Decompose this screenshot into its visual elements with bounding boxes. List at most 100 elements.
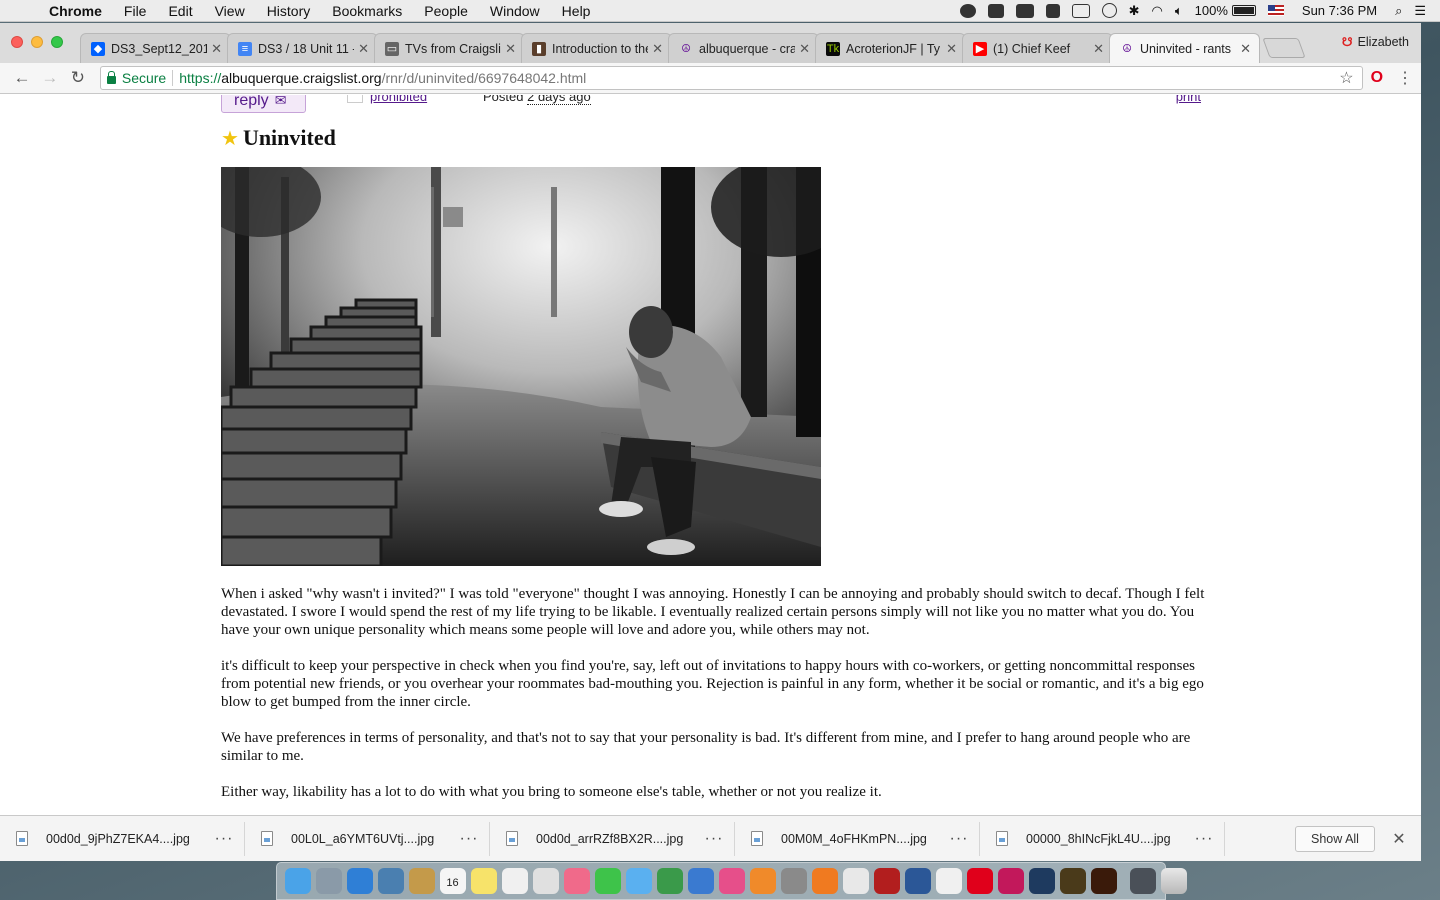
volume-icon[interactable]: 🔈︎ xyxy=(1169,3,1189,19)
dropbox-status-icon[interactable] xyxy=(982,3,1010,18)
creative-cloud-icon[interactable] xyxy=(954,3,982,18)
close-tab-icon[interactable]: ✕ xyxy=(1093,41,1104,57)
opera-icon[interactable] xyxy=(966,868,993,894)
close-tab-icon[interactable]: ✕ xyxy=(505,41,516,57)
download-item[interactable]: 00d0d_9jPhZ7EKA4....jpg ··· xyxy=(0,821,245,856)
back-arrow-icon[interactable]: ← xyxy=(8,68,36,88)
calendar-icon[interactable]: 16 xyxy=(439,868,466,894)
menu-window[interactable]: Window xyxy=(479,3,551,19)
browser-tab[interactable]: ≡ DS3 / 18 Unit 11 - ✕ xyxy=(227,33,378,63)
close-tab-icon[interactable]: ✕ xyxy=(652,41,663,57)
reply-button[interactable]: reply ✉ xyxy=(221,95,306,113)
drive-status-icon[interactable] xyxy=(1010,3,1040,18)
wifi-icon[interactable]: ◠ xyxy=(1146,3,1169,19)
time-machine-icon[interactable] xyxy=(1096,3,1123,18)
opera-extension-icon[interactable]: O xyxy=(1371,69,1383,87)
finder-icon[interactable] xyxy=(284,868,311,894)
more-options-icon[interactable]: ··· xyxy=(694,830,734,848)
battery-status[interactable]: 100% xyxy=(1189,3,1262,18)
acrobat-icon[interactable] xyxy=(873,868,900,894)
new-tab-button[interactable] xyxy=(1262,38,1306,58)
reminders-icon[interactable] xyxy=(501,868,528,894)
flag-checkbox[interactable] xyxy=(347,95,363,103)
input-source-flag-icon[interactable] xyxy=(1262,5,1290,16)
favorite-star-icon[interactable]: ★ xyxy=(221,126,239,151)
show-all-downloads-button[interactable]: Show All xyxy=(1295,825,1375,852)
sublime-text-icon[interactable] xyxy=(811,868,838,894)
address-bar[interactable]: Secure https:// albuquerque.craigslist.o… xyxy=(99,66,1363,90)
profile-button[interactable]: ☋ Elizabeth xyxy=(1342,35,1409,49)
illustrator-icon[interactable] xyxy=(1090,868,1117,894)
screenshot-folder-icon[interactable] xyxy=(1129,868,1156,894)
browser-tab[interactable]: Tk AcroterionJF | Ty ✕ xyxy=(815,33,966,63)
menu-bookmarks[interactable]: Bookmarks xyxy=(321,3,413,19)
browser-tab[interactable]: ▶ (1) Chief Keef ✕ xyxy=(962,33,1113,63)
indesign-icon[interactable] xyxy=(997,868,1024,894)
bookmark-star-icon[interactable]: ☆ xyxy=(1339,68,1353,88)
system-preferences-icon[interactable] xyxy=(780,868,807,894)
close-tab-icon[interactable]: ✕ xyxy=(946,41,957,57)
itunes-icon[interactable] xyxy=(718,868,745,894)
menu-history[interactable]: History xyxy=(256,3,322,19)
close-shelf-icon[interactable]: ✕ xyxy=(1389,829,1409,849)
bluetooth-icon[interactable]: ✱ xyxy=(1123,3,1146,19)
app-status-icon[interactable] xyxy=(1040,3,1066,18)
bridge-icon[interactable] xyxy=(1059,868,1086,894)
clock[interactable]: Sun 7:36 PM xyxy=(1290,3,1389,18)
page-viewport[interactable]: reply ✉ prohibited Posted 2 days ago prin… xyxy=(0,95,1421,815)
photos-color-icon[interactable] xyxy=(563,868,590,894)
keynote-icon[interactable] xyxy=(687,868,714,894)
word-icon[interactable] xyxy=(904,868,931,894)
facetime-icon[interactable] xyxy=(594,868,621,894)
post-photo[interactable] xyxy=(221,167,821,566)
reload-icon[interactable]: ↻ xyxy=(64,68,92,88)
notification-center-icon[interactable]: ☰ xyxy=(1408,3,1440,19)
browser-tab[interactable]: ▭ TVs from Craigslist ✕ xyxy=(374,33,525,63)
numbers-icon[interactable] xyxy=(656,868,683,894)
airplay-icon[interactable] xyxy=(1066,3,1096,18)
close-tab-icon[interactable]: ✕ xyxy=(211,41,222,57)
prohibited-link[interactable]: prohibited xyxy=(370,95,427,104)
cyberduck-icon[interactable] xyxy=(935,868,962,894)
preview-icon[interactable] xyxy=(377,868,404,894)
menu-edit[interactable]: Edit xyxy=(157,3,203,19)
menu-help[interactable]: Help xyxy=(551,3,602,19)
safari-icon[interactable] xyxy=(346,868,373,894)
trash-icon[interactable] xyxy=(1160,868,1187,894)
download-item[interactable]: 00L0L_a6YMT6UVtj....jpg ··· xyxy=(245,821,490,856)
menu-app-name[interactable]: Chrome xyxy=(38,3,113,19)
minimize-window-button[interactable] xyxy=(31,36,43,48)
more-options-icon[interactable]: ··· xyxy=(939,830,979,848)
print-link[interactable]: print xyxy=(1176,95,1201,104)
chrome-icon[interactable] xyxy=(842,868,869,894)
more-options-icon[interactable]: ··· xyxy=(1184,830,1224,848)
browser-tab[interactable]: ▮ Introduction to the ✕ xyxy=(521,33,672,63)
more-options-icon[interactable]: ··· xyxy=(449,830,489,848)
ibooks-icon[interactable] xyxy=(749,868,776,894)
photoshop-icon[interactable] xyxy=(1028,868,1055,894)
spotlight-search-icon[interactable]: ⌕ xyxy=(1389,3,1408,19)
more-options-icon[interactable]: ··· xyxy=(204,830,244,848)
close-tab-icon[interactable]: ✕ xyxy=(358,41,369,57)
menu-people[interactable]: People xyxy=(413,3,479,19)
close-tab-icon[interactable]: ✕ xyxy=(799,41,810,57)
download-item[interactable]: 00000_8hINcFjkL4U....jpg ··· xyxy=(980,821,1225,856)
chrome-menu-icon[interactable]: ⋮ xyxy=(1397,68,1413,88)
launchpad-icon[interactable] xyxy=(315,868,342,894)
photos-icon[interactable] xyxy=(532,868,559,894)
menu-view[interactable]: View xyxy=(204,3,256,19)
menu-file[interactable]: File xyxy=(113,3,158,19)
book-icon: ▮ xyxy=(532,41,546,56)
download-item[interactable]: 00M0M_4oFHKmPN....jpg ··· xyxy=(735,821,980,856)
stickies-icon[interactable] xyxy=(470,868,497,894)
browser-tab[interactable]: ☮ Uninvited - rants ✕ xyxy=(1109,33,1260,63)
browser-tab[interactable]: ◆ DS3_Sept12_2018 ✕ xyxy=(80,33,231,63)
close-window-button[interactable] xyxy=(11,36,23,48)
download-item[interactable]: 00d0d_arrRZf8BX2R....jpg ··· xyxy=(490,821,735,856)
zoom-window-button[interactable] xyxy=(51,36,63,48)
messages-icon[interactable] xyxy=(625,868,652,894)
notes-app-icon[interactable] xyxy=(408,868,435,894)
close-tab-icon[interactable]: ✕ xyxy=(1240,41,1251,57)
browser-tab[interactable]: ☮ albuquerque - craigslist ✕ xyxy=(668,33,819,63)
forward-arrow-icon[interactable]: → xyxy=(36,68,64,88)
